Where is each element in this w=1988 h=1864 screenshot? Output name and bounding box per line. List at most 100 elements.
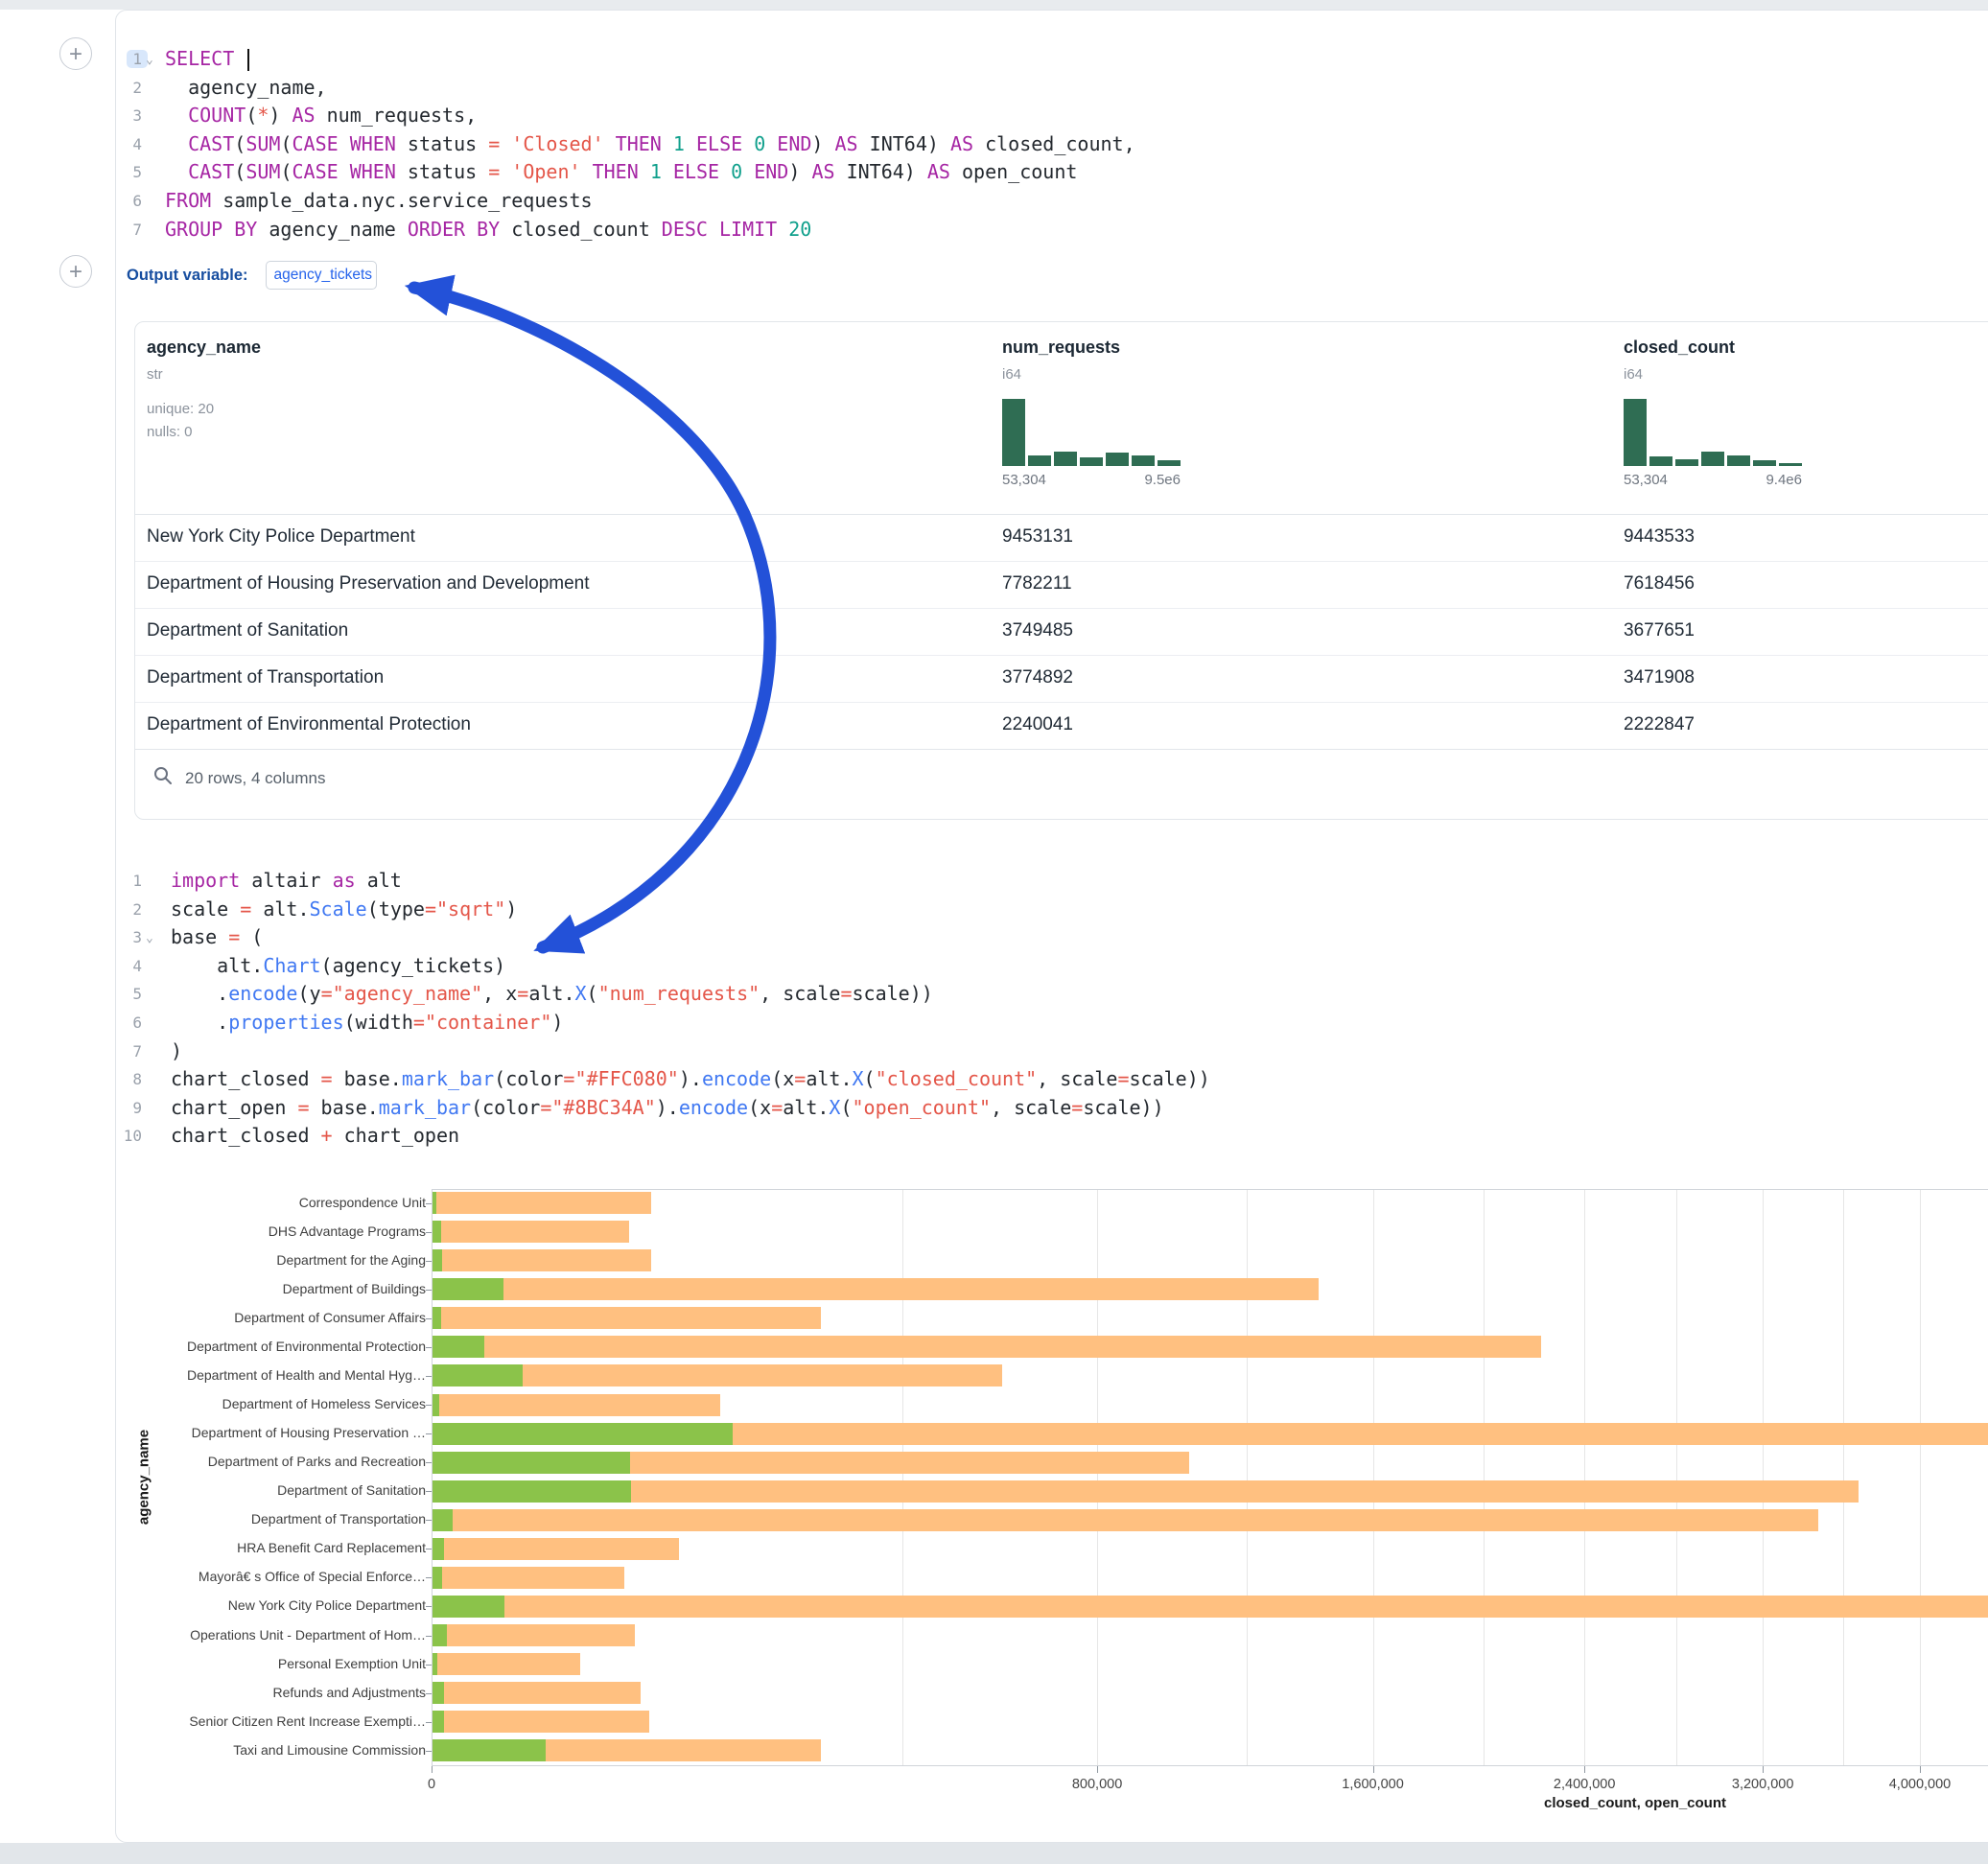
histogram-bar bbox=[1753, 460, 1776, 466]
output-variable-chip[interactable]: agency_tickets bbox=[266, 261, 377, 290]
gridline bbox=[1584, 1189, 1585, 1765]
bar-open_count bbox=[433, 1653, 437, 1675]
y-axis-label: Department of Health and Mental Hyg… bbox=[100, 1367, 426, 1383]
line-number: 6 bbox=[132, 1014, 142, 1032]
code-text: scale = alt.Scale(type="sqrt") bbox=[171, 896, 517, 924]
y-axis-tick bbox=[426, 1462, 432, 1463]
row-separator bbox=[135, 655, 1988, 656]
line-number-gutter: 6 bbox=[115, 187, 142, 216]
code-text: CAST(SUM(CASE WHEN status = 'Open' THEN … bbox=[165, 158, 1077, 187]
code-line: 5 CAST(SUM(CASE WHEN status = 'Open' THE… bbox=[115, 158, 1988, 187]
bar-open_count bbox=[433, 1538, 444, 1560]
column-header-closed_count[interactable]: closed_count bbox=[1624, 338, 1735, 358]
bar-open_count bbox=[433, 1221, 441, 1243]
code-line: 2 agency_name, bbox=[115, 74, 1988, 103]
histogram-bar bbox=[1132, 455, 1155, 466]
bar-open_count bbox=[433, 1192, 436, 1214]
row-separator bbox=[135, 608, 1988, 609]
line-number-gutter: 1 bbox=[115, 867, 142, 896]
histogram-bar bbox=[1028, 455, 1051, 466]
line-number-gutter: 1⌄ bbox=[115, 45, 142, 74]
y-axis-label: Department of Housing Preservation … bbox=[100, 1425, 426, 1440]
gridline bbox=[1097, 1189, 1098, 1765]
histogram-bar bbox=[1727, 455, 1750, 466]
bar-closed_count bbox=[433, 1336, 1541, 1358]
bar-closed_count bbox=[433, 1509, 1818, 1531]
table-cell: Department of Transportation bbox=[147, 667, 384, 688]
python-editor[interactable]: 1import altair as alt2scale = alt.Scale(… bbox=[115, 867, 1988, 1151]
line-number-gutter: 2 bbox=[115, 896, 142, 924]
y-axis-label: Refunds and Adjustments bbox=[100, 1685, 426, 1700]
code-line: 9 chart_open = base.mark_bar(color="#8BC3… bbox=[115, 1094, 1988, 1123]
line-number-gutter: 10 bbox=[115, 1122, 142, 1151]
histogram-bar bbox=[1054, 452, 1077, 466]
y-axis-label: Personal Exemption Unit bbox=[100, 1656, 426, 1671]
histogram-bar bbox=[1158, 460, 1181, 466]
x-axis-label: 2,400,000 bbox=[1508, 1777, 1661, 1792]
x-axis-tick bbox=[1373, 1766, 1374, 1773]
table-cell: 2222847 bbox=[1624, 714, 1695, 735]
bar-closed_count bbox=[433, 1624, 635, 1646]
output-variable-label: Output variable: bbox=[127, 267, 248, 285]
line-number: 4 bbox=[132, 135, 142, 153]
code-line: 2 scale = alt.Scale(type="sqrt") bbox=[115, 896, 1988, 924]
y-axis-label: Department of Sanitation bbox=[100, 1482, 426, 1498]
table-cell: 3749485 bbox=[1002, 620, 1073, 641]
column-header-agency_name[interactable]: agency_name bbox=[147, 338, 261, 358]
y-axis-label: Department of Consumer Affairs bbox=[100, 1310, 426, 1325]
code-text: agency_name, bbox=[165, 74, 327, 103]
line-number-gutter: 3⌄ bbox=[115, 923, 142, 952]
bar-open_count bbox=[433, 1278, 503, 1300]
y-axis-tick bbox=[426, 1693, 432, 1694]
table-cell: Department of Housing Preservation and D… bbox=[147, 573, 590, 594]
bar-closed_count bbox=[433, 1221, 629, 1243]
y-axis-label: New York City Police Department bbox=[100, 1597, 426, 1613]
bar-closed_count bbox=[433, 1711, 649, 1733]
fold-chevron-icon[interactable]: ⌄ bbox=[146, 46, 153, 75]
table-cell: 2240041 bbox=[1002, 714, 1073, 735]
histogram-bar bbox=[1649, 456, 1672, 467]
bar-open_count bbox=[433, 1567, 442, 1589]
add-cell-button[interactable]: + bbox=[59, 255, 92, 288]
bar-open_count bbox=[433, 1480, 631, 1503]
fold-chevron-icon[interactable]: ⌄ bbox=[146, 924, 153, 953]
y-axis-tick bbox=[426, 1347, 432, 1348]
y-axis-label: Senior Citizen Rent Increase Exempti… bbox=[100, 1713, 426, 1729]
table-cell: 3677651 bbox=[1624, 620, 1695, 641]
code-line: 1⌄SELECT bbox=[115, 45, 1988, 74]
output-variable-row: Output variable: agency_tickets bbox=[127, 261, 377, 290]
y-axis-label: Department of Homeless Services bbox=[100, 1396, 426, 1411]
line-number-gutter: 9 bbox=[115, 1094, 142, 1123]
bar-open_count bbox=[433, 1624, 447, 1646]
histogram-bar bbox=[1779, 463, 1802, 467]
bar-open_count bbox=[433, 1364, 523, 1386]
column-header-num_requests[interactable]: num_requests bbox=[1002, 338, 1120, 358]
bar-closed_count bbox=[433, 1653, 580, 1675]
page-gap-bottom bbox=[0, 1843, 1988, 1864]
code-text: base = ( bbox=[171, 923, 263, 952]
code-text: chart_open = base.mark_bar(color="#8BC34… bbox=[171, 1094, 1164, 1123]
x-axis-tick bbox=[1584, 1766, 1585, 1773]
x-axis-label: 3,200,000 bbox=[1686, 1777, 1839, 1792]
y-axis-label: Department of Environmental Protection bbox=[100, 1339, 426, 1354]
line-number-gutter: 6 bbox=[115, 1009, 142, 1037]
bar-open_count bbox=[433, 1739, 546, 1761]
code-text: ) bbox=[171, 1037, 182, 1066]
line-number: 5 bbox=[132, 163, 142, 181]
code-text: CAST(SUM(CASE WHEN status = 'Closed' THE… bbox=[165, 130, 1135, 159]
sql-editor[interactable]: 1⌄SELECT 2 agency_name,3 COUNT(*) AS num… bbox=[115, 45, 1988, 244]
search-icon[interactable] bbox=[152, 765, 174, 786]
bar-open_count bbox=[433, 1711, 444, 1733]
gridline bbox=[1373, 1189, 1374, 1765]
add-cell-button[interactable]: + bbox=[59, 37, 92, 70]
y-axis-tick bbox=[426, 1722, 432, 1723]
row-separator bbox=[135, 514, 1988, 515]
bar-open_count bbox=[433, 1336, 484, 1358]
gridline bbox=[1484, 1189, 1485, 1765]
x-axis-label: 4,000,000 bbox=[1843, 1777, 1988, 1792]
x-axis-label: 1,600,000 bbox=[1297, 1777, 1450, 1792]
histogram-range-labels: 53,3049.5e6 bbox=[1002, 472, 1181, 488]
bar-open_count bbox=[433, 1509, 453, 1531]
bar-closed_count bbox=[433, 1249, 651, 1271]
code-text: GROUP BY agency_name ORDER BY closed_cou… bbox=[165, 216, 811, 245]
